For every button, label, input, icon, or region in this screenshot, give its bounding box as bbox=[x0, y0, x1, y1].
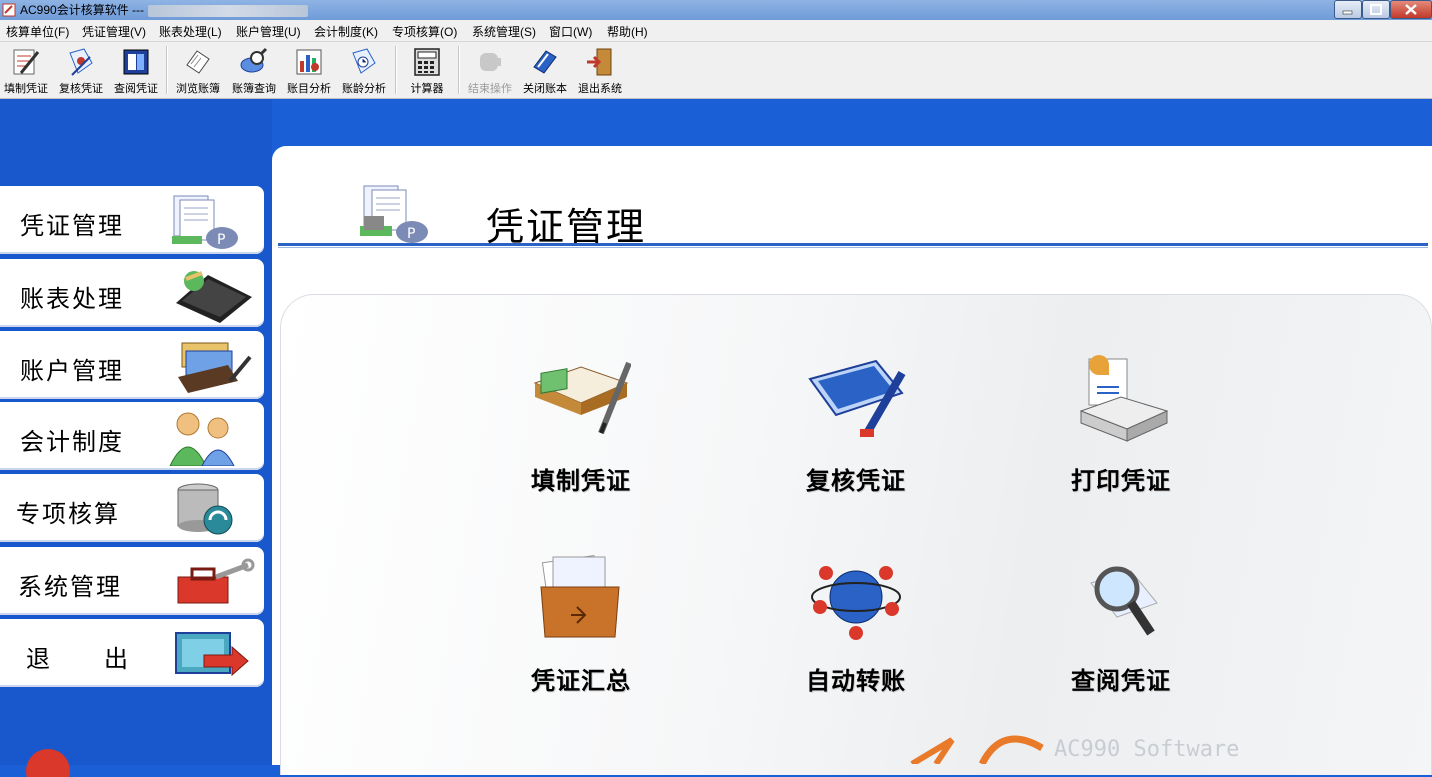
sidebar-item-system[interactable]: 系统管理 bbox=[0, 547, 264, 615]
minimize-icon bbox=[1342, 10, 1353, 15]
search-icon bbox=[1090, 566, 1158, 636]
check-doc-icon bbox=[69, 48, 93, 76]
toolbar-exit-system-button[interactable]: 退出系统 bbox=[572, 44, 628, 96]
sidebar-item-label: 退 出 bbox=[26, 646, 130, 673]
toolbar-account-analysis-button[interactable]: 账目分析 bbox=[281, 44, 337, 96]
tablet-pen-icon bbox=[808, 359, 906, 438]
sidebar-item-label: 系统管理 bbox=[18, 574, 122, 601]
voucher-stack-icon: P bbox=[172, 195, 238, 249]
toolbar-review-voucher-button[interactable]: 复核凭证 bbox=[53, 44, 109, 96]
maximize-button[interactable] bbox=[1362, 0, 1390, 19]
menu-item-system-rules[interactable]: 会计制度(K) bbox=[314, 23, 378, 40]
sidebar-item-label: 专项核算 bbox=[16, 501, 120, 528]
toolbar-aging-analysis-button[interactable]: 账龄分析 bbox=[336, 44, 392, 96]
exit-arrow-icon bbox=[175, 632, 249, 677]
toolbar-calculator-button[interactable]: 计算器 bbox=[399, 44, 455, 96]
view-doc-icon bbox=[123, 49, 149, 75]
menu-item-window[interactable]: 窗口(W) bbox=[549, 23, 592, 40]
notebook-pen-icon bbox=[533, 361, 631, 435]
menu-item-account[interactable]: 账户管理(U) bbox=[236, 23, 301, 40]
toolbar-close-book-button[interactable]: 关闭账本 bbox=[517, 44, 573, 96]
menu-bar: 核算单位(F) 凭证管理(V) 账表处理(L) 账户管理(U) 会计制度(K) … bbox=[0, 20, 1432, 42]
sidebar-item-exit[interactable]: 退 出 bbox=[0, 619, 264, 687]
tile-print-voucher[interactable]: 打印凭证 bbox=[1036, 353, 1206, 503]
header-divider bbox=[278, 243, 1428, 246]
toolbar-end-operation-button[interactable]: 结束操作 bbox=[462, 44, 518, 96]
toolbar-ledger-query-button[interactable]: 账簿查询 bbox=[226, 44, 282, 96]
minimize-button[interactable] bbox=[1334, 0, 1362, 19]
watermark-logo: AC990 Software bbox=[910, 735, 1239, 764]
menu-item-unit[interactable]: 核算单位(F) bbox=[6, 23, 69, 40]
sidebar-item-voucher[interactable]: 凭证管理 P bbox=[0, 186, 264, 254]
tile-view-voucher[interactable]: 查阅凭证 bbox=[1036, 553, 1206, 703]
toolbar-browse-ledger-button[interactable]: 浏览账簿 bbox=[170, 44, 226, 96]
toolbar: 填制凭证 复核凭证 查阅凭证 浏览账簿 账簿查询 账目分析 账龄分析 计算器 结… bbox=[0, 42, 1432, 99]
toolbar-view-voucher-button[interactable]: 查阅凭证 bbox=[108, 44, 164, 96]
molecule-icon bbox=[811, 566, 901, 640]
users-icon bbox=[169, 412, 235, 466]
folder-icon bbox=[540, 555, 620, 638]
sidebar-item-label: 会计制度 bbox=[20, 429, 124, 456]
svg-text:P: P bbox=[407, 226, 415, 242]
sidebar-item-label: 账表处理 bbox=[20, 286, 124, 313]
tile-review-voucher[interactable]: 复核凭证 bbox=[771, 353, 941, 503]
title-bar: AC990会计核算软件 --- bbox=[0, 0, 1432, 20]
calculator-icon bbox=[414, 48, 440, 76]
tile-fill-voucher[interactable]: 填制凭证 bbox=[496, 353, 666, 503]
close-button[interactable] bbox=[1390, 0, 1432, 19]
sidebar-item-accounting-rules[interactable]: 会计制度 bbox=[0, 402, 264, 470]
menu-item-voucher[interactable]: 凭证管理(V) bbox=[82, 23, 146, 40]
pen-form-icon bbox=[13, 49, 40, 75]
close-book-icon bbox=[533, 50, 557, 74]
stop-icon bbox=[480, 53, 501, 71]
sidebar-item-label: 账户管理 bbox=[20, 358, 124, 385]
exit-door-icon bbox=[587, 48, 612, 76]
brand-logo bbox=[26, 749, 70, 777]
magnifier-icon bbox=[240, 47, 268, 73]
toolbar-fill-voucher-button[interactable]: 填制凭证 bbox=[0, 44, 54, 96]
redacted-region bbox=[148, 4, 309, 17]
sidebar-item-special-accounting[interactable]: 专项核算 bbox=[0, 474, 264, 542]
watermark-text: AC990 Software bbox=[1054, 737, 1239, 762]
menu-item-special[interactable]: 专项核算(O) bbox=[392, 23, 457, 40]
menu-item-system[interactable]: 系统管理(S) bbox=[472, 23, 536, 40]
account-cards-icon bbox=[178, 342, 252, 393]
voucher-stack-icon: P bbox=[360, 185, 428, 243]
svg-text:P: P bbox=[217, 232, 225, 248]
clock-doc-icon bbox=[352, 48, 376, 74]
window-title: AC990会计核算软件 --- bbox=[20, 0, 309, 20]
sidebar-item-report[interactable]: 账表处理 bbox=[0, 259, 264, 327]
sidebar-item-account[interactable]: 账户管理 bbox=[0, 331, 264, 399]
toolbox-icon bbox=[177, 558, 255, 604]
sidebar-item-label: 凭证管理 bbox=[20, 213, 124, 240]
ledger-browse-icon bbox=[186, 50, 210, 74]
main-content: P 凭证管理 填制凭证 复核凭证 打印凭证 凭证汇总 自动转账 查阅凭证 AC9… bbox=[272, 146, 1432, 775]
bar-chart-icon bbox=[296, 49, 322, 75]
restore-icon bbox=[1370, 4, 1382, 15]
tile-voucher-summary[interactable]: 凭证汇总 bbox=[496, 553, 666, 703]
database-icon bbox=[177, 483, 233, 535]
laptop-icon bbox=[176, 271, 252, 323]
printer-icon bbox=[1079, 355, 1169, 442]
close-icon bbox=[1405, 4, 1417, 15]
function-panel: 填制凭证 复核凭证 打印凭证 凭证汇总 自动转账 查阅凭证 bbox=[280, 294, 1432, 775]
menu-item-report[interactable]: 账表处理(L) bbox=[159, 23, 222, 40]
tile-auto-transfer[interactable]: 自动转账 bbox=[771, 553, 941, 703]
app-icon bbox=[2, 3, 16, 17]
menu-item-help[interactable]: 帮助(H) bbox=[607, 23, 648, 40]
sidebar: 凭证管理 P 账表处理 账户管理 会计制度 专项核算 系统管理 退 出 bbox=[0, 99, 272, 777]
